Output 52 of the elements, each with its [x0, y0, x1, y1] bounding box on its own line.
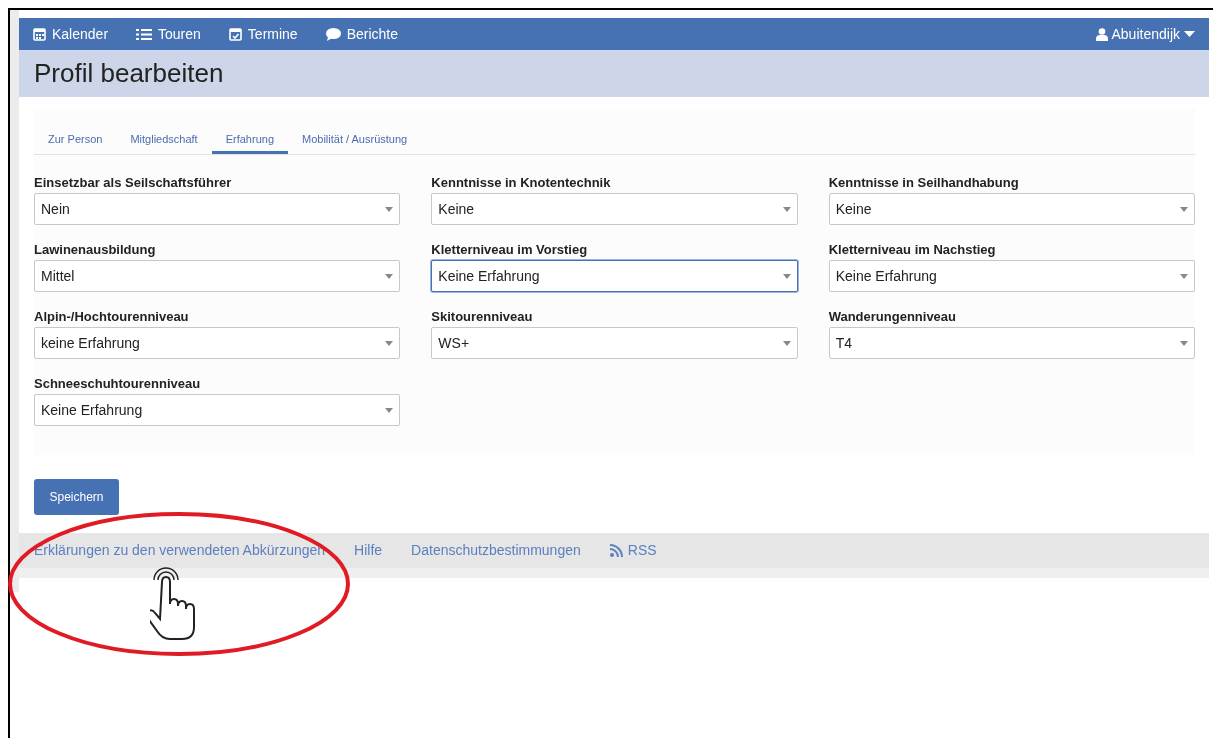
field-label: Kletterniveau im Vorstieg	[431, 241, 589, 259]
dropdown-arrow-icon	[782, 206, 791, 212]
dropdown-arrow-icon	[1180, 273, 1188, 279]
dropdown-arrow-icon	[385, 206, 394, 212]
select-field[interactable]: T4	[828, 327, 1195, 359]
tab[interactable]: Erfahrung	[211, 127, 288, 154]
tab[interactable]: Mitgliedschaft	[116, 127, 212, 154]
dropdown-arrow-icon	[1180, 206, 1188, 212]
select-field[interactable]: Keine	[431, 193, 798, 225]
select-field[interactable]: Keine	[828, 193, 1195, 225]
select-field[interactable]: Keine Erfahrung	[431, 260, 798, 292]
dropdown-arrow-icon	[385, 407, 394, 413]
caret-icon	[1184, 31, 1195, 37]
user-menu[interactable]: Abuitendijk	[1095, 23, 1195, 45]
dropdown-arrow-icon	[385, 340, 394, 346]
select-field[interactable]: WS+	[431, 327, 798, 359]
footer-link[interactable]: Datenschutzbestimmungen	[411, 540, 581, 561]
page-title: Profil bearbeiten	[34, 57, 224, 90]
field-label: Skitourenniveau	[431, 308, 534, 326]
list-icon	[136, 27, 153, 41]
calendar-icon	[33, 27, 46, 41]
field-label: Kenntnisse in Knotentechnik	[431, 174, 612, 192]
calendar-check-icon	[228, 27, 242, 41]
select-field[interactable]: Keine Erfahrung	[34, 394, 401, 426]
field-label: Lawinenausbildung	[34, 241, 157, 259]
dropdown-arrow-icon	[1180, 340, 1188, 346]
select-field[interactable]: Nein	[34, 193, 401, 225]
field-label: Schneeschuhtourenniveau	[34, 375, 202, 393]
dropdown-arrow-icon	[385, 273, 394, 279]
select-field[interactable]: Mittel	[34, 260, 401, 292]
nav-link[interactable]: Touren	[136, 23, 201, 45]
footer-link[interactable]: Erklärungen zu den verwendeten Abkürzungen	[34, 540, 326, 561]
select-field[interactable]: keine Erfahrung	[34, 327, 401, 359]
footer-link[interactable]: Hilfe	[354, 540, 383, 561]
speech-bubble-icon	[325, 27, 341, 41]
dropdown-arrow-icon	[782, 340, 791, 346]
user-icon	[1095, 27, 1108, 41]
rss-icon	[609, 544, 623, 557]
tab[interactable]: Zur Person	[34, 127, 117, 154]
field-label: Einsetzbar als Seilschaftsführer	[34, 174, 233, 192]
field-label: Wanderungenniveau	[828, 308, 958, 326]
select-field[interactable]: Keine Erfahrung	[828, 260, 1195, 292]
field-label: Alpin-/Hochtourenniveau	[34, 308, 190, 326]
field-label: Kletterniveau im Nachstieg	[828, 241, 997, 259]
save-button[interactable]: Speichern	[34, 479, 119, 515]
nav-link[interactable]: Kalender	[33, 23, 109, 45]
dropdown-arrow-icon	[782, 273, 791, 279]
nav-link[interactable]: Berichte	[325, 23, 398, 45]
footer-link[interactable]: RSS	[609, 540, 657, 561]
tab[interactable]: Mobilität / Ausrüstung	[288, 127, 422, 154]
nav-link[interactable]: Termine	[228, 23, 298, 45]
field-label: Kenntnisse in Seilhandhabung	[828, 174, 1020, 192]
